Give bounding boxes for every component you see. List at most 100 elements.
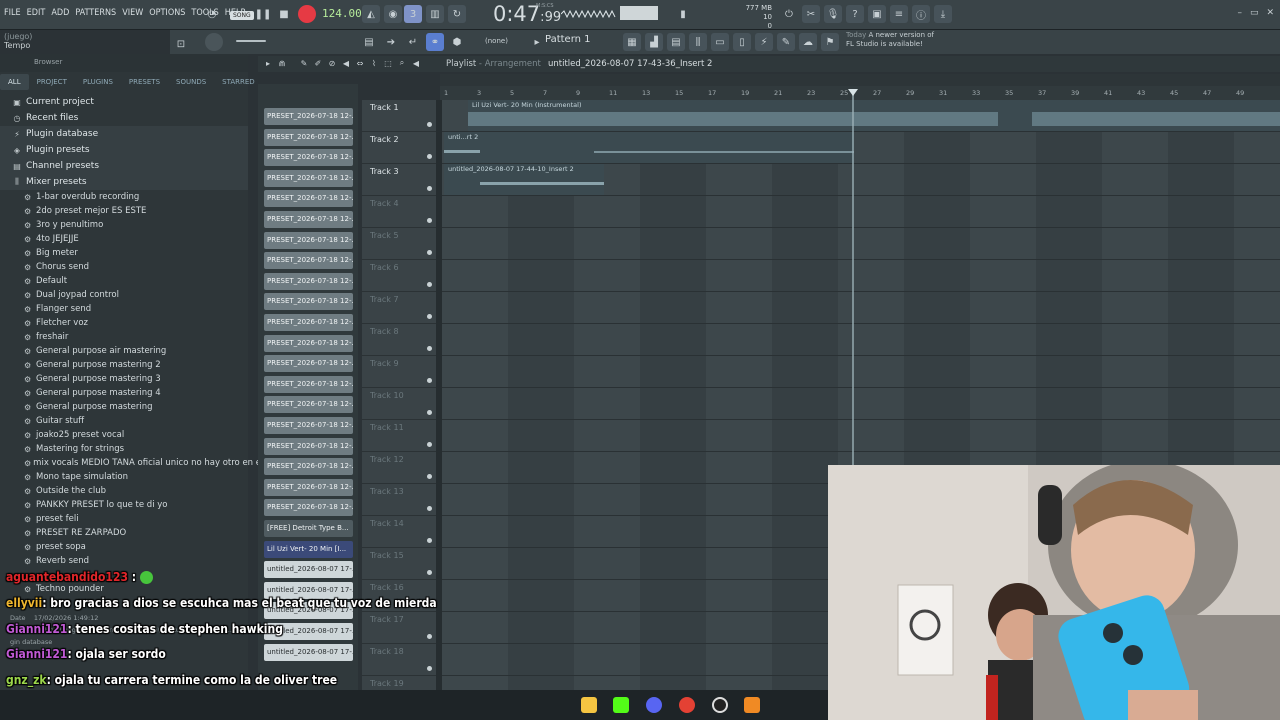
audio-clip-track2[interactable]: unti...rt 2: [444, 132, 854, 163]
link-icon[interactable]: ⚭: [426, 33, 444, 51]
browser-tab-starred[interactable]: STARRED: [214, 74, 263, 90]
none-selector[interactable]: (none): [485, 37, 508, 45]
mixer-icon[interactable]: ≡: [890, 5, 908, 23]
cloud-icon[interactable]: ☁: [799, 33, 817, 51]
track-mute-toggle[interactable]: [427, 378, 432, 383]
track-header[interactable]: Track 13: [362, 484, 438, 516]
menu-item-patterns[interactable]: PATTERNS: [75, 8, 116, 18]
mixer-preset-item[interactable]: ⚙ Reverb send: [0, 554, 248, 568]
menu-item-options[interactable]: OPTIONS: [149, 8, 185, 18]
track-mute-toggle[interactable]: [427, 186, 432, 191]
master-sliders[interactable]: [620, 6, 658, 20]
browser-tab-sounds[interactable]: SOUNDS: [168, 74, 214, 90]
play-arrow-icon[interactable]: ▸: [262, 56, 274, 70]
pencil-icon[interactable]: ✎: [298, 56, 310, 70]
mixer-preset-item[interactable]: ⚙ General purpose mastering 4: [0, 386, 248, 400]
horizontal-scrollbar[interactable]: [440, 74, 1280, 86]
dial-icon[interactable]: ◔: [203, 5, 221, 23]
track-header[interactable]: Track 12: [362, 452, 438, 484]
mixer-preset-item[interactable]: ⚙ General purpose air mastering: [0, 344, 248, 358]
clip-source-item[interactable]: PRESET_2026-07-18 12-...: [264, 293, 353, 311]
discord-icon[interactable]: [646, 697, 662, 713]
snap-icon[interactable]: ⊡: [172, 35, 190, 53]
mic-icon[interactable]: 🎙: [824, 5, 842, 23]
playback-icon[interactable]: ◀: [410, 56, 422, 70]
clip-source-item[interactable]: PRESET_2026-07-18 12-...: [264, 314, 353, 331]
close-icon[interactable]: ✕: [1266, 8, 1274, 18]
save-icon[interactable]: ▣: [868, 5, 886, 23]
track-mute-toggle[interactable]: [427, 538, 432, 543]
track-mute-toggle[interactable]: [427, 410, 432, 415]
clip-source-item[interactable]: untitled_2026-08-07 17-...: [264, 643, 353, 661]
channel-rack-icon[interactable]: ▤: [667, 33, 685, 51]
playlist-icon[interactable]: ▦: [623, 33, 641, 51]
browser-folder[interactable]: ⚡ Plugin database: [0, 126, 248, 142]
mixer-preset-item[interactable]: ⚙ Flanger send: [0, 302, 248, 316]
loop-record-icon[interactable]: ↻: [448, 5, 466, 23]
track-header[interactable]: Track 15: [362, 548, 438, 580]
mixer-preset-item[interactable]: ⚙ 4to JEJEJJE: [0, 232, 248, 246]
brush-icon[interactable]: ✐: [312, 56, 324, 70]
track-mute-toggle[interactable]: [427, 506, 432, 511]
countdown-icon[interactable]: 3: [404, 5, 422, 23]
pattern-selector[interactable]: Pattern 1: [545, 34, 605, 48]
download-icon[interactable]: ⤓: [934, 5, 952, 23]
wait-input-icon[interactable]: ◉: [384, 5, 402, 23]
browser-folder[interactable]: ◷ Recent files: [0, 110, 248, 126]
mixer-preset-item[interactable]: ⚙ General purpose mastering 3: [0, 372, 248, 386]
mixer-preset-item[interactable]: ⚙ Techno pounder: [0, 582, 248, 596]
track-mute-toggle[interactable]: [427, 122, 432, 127]
browser-icon[interactable]: ▭: [711, 33, 729, 51]
bell-icon[interactable]: ⚑: [821, 33, 839, 51]
slice-icon[interactable]: ⌇: [368, 56, 380, 70]
mixer-preset-item[interactable]: ⚙ Guitar stuff: [0, 414, 248, 428]
obs-icon[interactable]: [712, 697, 728, 713]
track-header[interactable]: Track 3: [362, 164, 438, 196]
track-header[interactable]: Track 11: [362, 420, 438, 452]
mixer-preset-item[interactable]: ⚙ General purpose mastering: [0, 400, 248, 414]
browser-folder[interactable]: ▣ Current project: [0, 94, 248, 110]
help-icon[interactable]: ?: [846, 5, 864, 23]
audio-clip-track3[interactable]: untitled_2026-08-07 17-44-10_Insert 2: [444, 164, 604, 195]
browser-folder[interactable]: ▤ Channel presets: [0, 158, 248, 174]
clip-source-item[interactable]: PRESET_2026-07-18 12-...: [264, 108, 353, 125]
pause-button[interactable]: ❚❚: [254, 5, 272, 23]
track-header[interactable]: Track 18: [362, 644, 438, 676]
power-icon[interactable]: ⏻: [780, 5, 798, 23]
zoom-icon[interactable]: ⌕: [396, 56, 408, 70]
menu-item-add[interactable]: ADD: [51, 8, 69, 18]
mixer-preset-item[interactable]: ⚙ Dual joypad control: [0, 288, 248, 302]
mixer-preset-item[interactable]: ⚙ Default: [0, 274, 248, 288]
browser-tab-all[interactable]: ALL: [0, 74, 29, 90]
audio-clip-track1[interactable]: Lil Uzi Vert- 20 Min (Instrumental): [468, 100, 1280, 131]
record-button[interactable]: [298, 5, 316, 23]
mixer-preset-item[interactable]: ⚙ Outside the club: [0, 484, 248, 498]
mixer-preset-item[interactable]: ⚙ joako25 preset vocal: [0, 428, 248, 442]
clip-source-item[interactable]: PRESET_2026-07-18 12-...: [264, 190, 353, 208]
mixer-preset-item[interactable]: ⚙ Big meter: [0, 246, 248, 260]
clip-source-item[interactable]: [FREE] Detroit Type B...: [264, 520, 353, 537]
fl-studio-taskbar-icon[interactable]: [744, 697, 760, 713]
track-header[interactable]: Track 7: [362, 292, 438, 324]
clip-source-item[interactable]: PRESET_2026-07-18 12-...: [264, 437, 353, 455]
track-header[interactable]: Track 8: [362, 324, 438, 356]
arrow-icon[interactable]: ➔: [382, 33, 400, 51]
song-mode-toggle[interactable]: SONG: [230, 11, 254, 20]
track-mute-toggle[interactable]: [427, 442, 432, 447]
browser-tab-plugins[interactable]: PLUGINS: [75, 74, 121, 90]
restore-icon[interactable]: ▭: [1250, 8, 1259, 18]
mixer-preset-item[interactable]: ⚙ 1-bar overdub recording: [0, 190, 248, 204]
browser-tab-project[interactable]: PROJECT: [29, 74, 75, 90]
mixer-preset-item[interactable]: ⚙ PANKKY PRESET lo que te di yo: [0, 498, 248, 512]
track-header[interactable]: Track 2: [362, 132, 438, 164]
clip-source-item[interactable]: PRESET_2026-07-18 12-...: [264, 231, 353, 249]
track-header[interactable]: Track 5: [362, 228, 438, 260]
menu-item-view[interactable]: VIEW: [122, 8, 143, 18]
clip-source-item[interactable]: PRESET_2026-07-18 12-...: [264, 499, 353, 517]
clip-source-item[interactable]: PRESET_2026-07-18 12-...: [264, 169, 353, 187]
clip-source-item[interactable]: PRESET_2026-07-18 12-...: [264, 375, 353, 393]
plug-icon[interactable]: ⚡: [755, 33, 773, 51]
info-icon[interactable]: ⓘ: [912, 5, 930, 23]
track-mute-toggle[interactable]: [427, 570, 432, 575]
clip-source-item[interactable]: untitled_2026-08-07 17-...: [264, 561, 353, 579]
